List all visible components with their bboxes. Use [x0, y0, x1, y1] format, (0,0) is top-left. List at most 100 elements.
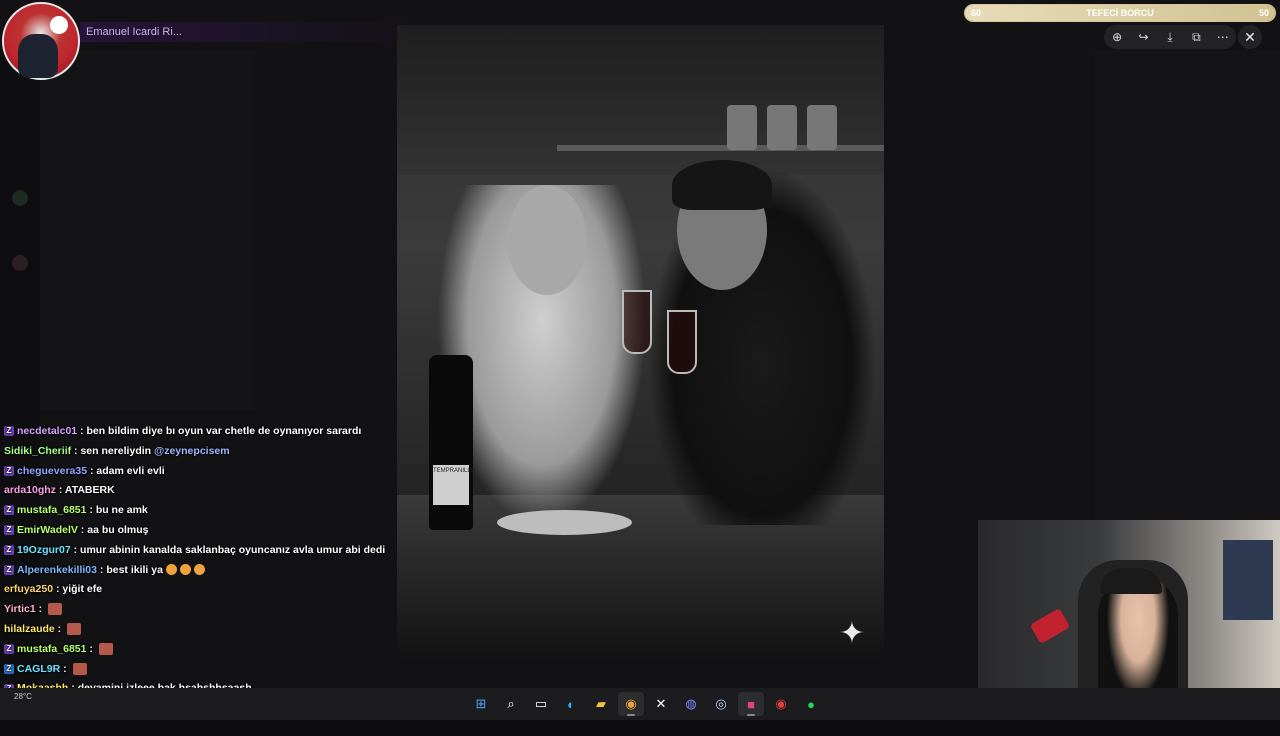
- x-app-icon[interactable]: ✕: [648, 692, 674, 716]
- weather-widget[interactable]: 28°C: [14, 692, 32, 701]
- task-view-icon[interactable]: ▭: [528, 692, 554, 716]
- chat-message: arda10ghz : ATABERK: [4, 484, 115, 497]
- sub-badge-icon: Z: [4, 465, 14, 476]
- zoom-in-icon[interactable]: ⊕: [1108, 28, 1126, 46]
- emote-icon: [72, 662, 87, 675]
- sub-badge-icon: Z: [4, 663, 14, 674]
- viewer-image: TEMPRANILLO ✦: [397, 25, 884, 664]
- chat-username[interactable]: Sidiki_Cheriif: [4, 445, 71, 457]
- rotate-icon[interactable]: ↪: [1135, 28, 1153, 46]
- pink-app-icon[interactable]: ■: [738, 692, 764, 716]
- taskbar-icons: ⊞ ⌕ ▭ ◐ ▰ ◉ ✕ ◍ ◎ ■ ◉ ●: [468, 692, 824, 716]
- chat-username[interactable]: mustafa_6851: [17, 504, 86, 516]
- streamer-name: Emanuel Icardi Ri...: [80, 22, 422, 42]
- active-indicator: [747, 714, 755, 716]
- open-external-icon[interactable]: ⧉: [1187, 28, 1205, 46]
- chat-message: Z 19Ozgur07 : umur abinin kanalda saklanb…: [0, 541, 400, 561]
- chat-text: adam evli evli: [96, 464, 165, 477]
- viewer-toolbar: ⊕ ↪ ⤓ ⧉ ⋯: [1104, 25, 1236, 49]
- chat-username[interactable]: hilalzaude: [4, 623, 55, 635]
- heart-eyes-emoji-icon: [193, 564, 205, 576]
- download-icon[interactable]: ⤓: [1161, 28, 1179, 46]
- search-icon[interactable]: ⌕: [498, 692, 524, 716]
- photo-crackers: [497, 510, 632, 535]
- chat-text: ATABERK: [64, 484, 115, 497]
- chat-username[interactable]: Alperenkekilli03: [17, 564, 97, 576]
- photo-cabinet: [397, 25, 884, 175]
- bottle-label: TEMPRANILLO: [433, 465, 475, 505]
- chat-message: Z Alperenkekilli03 : best ikili ya: [0, 561, 400, 581]
- chat-text: ben bildim diye bı oyun var chetle de oy…: [86, 425, 362, 437]
- emote-icon: [48, 603, 63, 616]
- member-list: [1095, 50, 1280, 520]
- chat-message: Zmustafa_6851 : bu ne amk: [0, 501, 400, 521]
- windows-start-icon[interactable]: ⊞: [468, 692, 494, 716]
- photo-woman-head: [507, 185, 587, 295]
- discord-icon[interactable]: ◍: [678, 692, 704, 716]
- chat-username[interactable]: Yirtic1: [4, 603, 36, 615]
- file-explorer-icon[interactable]: ▰: [588, 692, 614, 716]
- chat-mention[interactable]: @zeynepcisem: [151, 445, 230, 457]
- debt-progress-bar: TEFECİ BORCU 60 50: [964, 4, 1276, 22]
- debt-title: TEFECİ BORCU: [1086, 8, 1154, 18]
- webcam-poster: [1223, 540, 1273, 620]
- chat-username[interactable]: EmirWadelV: [17, 524, 78, 536]
- chat-message: Sidiki_Cheriif : sen nereliydin @zeynepc…: [4, 444, 230, 457]
- photo-wine-glass: [667, 310, 697, 374]
- steam-icon[interactable]: ◎: [708, 692, 734, 716]
- chat-message: Z CAGL9R :: [0, 660, 400, 680]
- chat-message: Yirtic1 :: [0, 600, 400, 620]
- spotify-icon[interactable]: ●: [798, 692, 824, 716]
- streamer-avatar: [2, 2, 80, 80]
- debt-min: 60: [971, 8, 982, 18]
- webcam-cap: [1100, 568, 1162, 594]
- chrome-icon[interactable]: ◉: [618, 692, 644, 716]
- more-icon[interactable]: ⋯: [1214, 28, 1232, 46]
- heart-eyes-emoji-icon: [165, 564, 177, 576]
- server-dot: [12, 190, 28, 206]
- photo-wine-glass: [622, 290, 652, 354]
- emote-icon: [67, 623, 82, 636]
- photo-jar: [727, 105, 757, 150]
- chat-username[interactable]: necdetalc01: [17, 425, 77, 437]
- chat-message: Z EmirWadelV : aa bu olmuş: [0, 521, 400, 541]
- sub-badge-icon: Z: [4, 505, 14, 516]
- chat-username[interactable]: 19Ozgur07: [17, 544, 71, 556]
- crescent-icon: [50, 16, 68, 34]
- chat-username[interactable]: cheguevera35: [17, 465, 87, 477]
- server-dot: [12, 255, 28, 271]
- photo-jar: [767, 105, 797, 150]
- chat-message: erfuya250 : yiğit efe: [4, 583, 103, 596]
- chat-text: yiğit efe: [62, 583, 103, 596]
- webcam-microphone: [1029, 607, 1071, 645]
- heart-eyes-emoji-icon: [179, 564, 191, 576]
- avatar-figure: [18, 34, 58, 78]
- chat-overlay: Znecdetalc01 : ben bildim diye bı oyun v…: [0, 406, 400, 736]
- chat-username[interactable]: erfuya250: [4, 583, 53, 595]
- sub-badge-icon: Z: [4, 564, 14, 575]
- chat-text: best ikili ya: [106, 563, 163, 576]
- debt-max: 50: [1258, 8, 1269, 18]
- chat-text: aa bu olmuş: [87, 523, 149, 536]
- emote-icon: [98, 642, 113, 655]
- chat-text: bu ne amk: [95, 504, 148, 517]
- sparkle-icon: ✦: [839, 617, 865, 650]
- chat-text: sen nereliydin: [80, 444, 152, 457]
- chat-message: Zcheguevera35 : adam evli evli: [0, 462, 400, 482]
- photo-man-hair: [672, 160, 772, 210]
- chat-username[interactable]: mustafa_6851: [17, 643, 86, 655]
- edge-icon[interactable]: ◐: [558, 692, 584, 716]
- sub-badge-icon: Z: [4, 426, 14, 437]
- chat-username[interactable]: CAGL9R: [17, 663, 60, 675]
- photo-jar: [807, 105, 837, 150]
- sub-badge-icon: Z: [4, 545, 14, 555]
- chat-message: hilalzaude :: [0, 620, 400, 640]
- sub-badge-icon: Z: [4, 643, 14, 654]
- recorder-icon[interactable]: ◉: [768, 692, 794, 716]
- sub-badge-icon: Z: [4, 525, 14, 536]
- close-button[interactable]: ✕: [1238, 25, 1262, 49]
- chat-username[interactable]: arda10ghz: [4, 484, 56, 496]
- chat-text: umur abinin kanalda saklanbaç oyuncanız …: [80, 543, 386, 556]
- chat-message: Zmustafa_6851 :: [0, 640, 400, 660]
- channel-list: [40, 50, 255, 410]
